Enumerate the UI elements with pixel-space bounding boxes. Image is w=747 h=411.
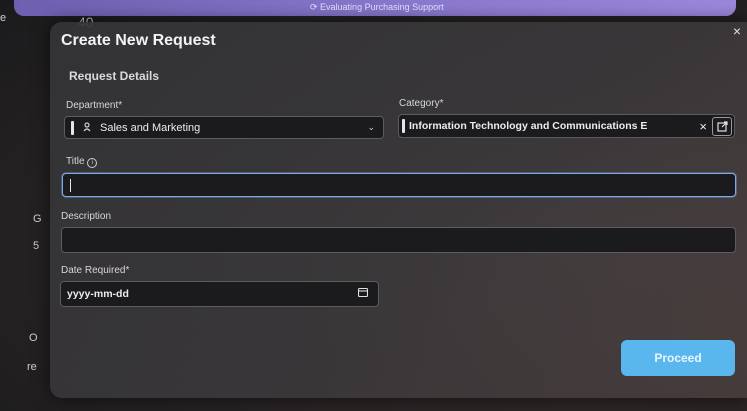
field-marker (402, 119, 405, 133)
background-letter: 5 (33, 240, 40, 252)
department-value: Sales and Marketing (100, 121, 201, 134)
person-icon (82, 121, 92, 134)
modal-title: Create New Request (61, 32, 216, 49)
category-select[interactable]: Information Technology and Communication… (398, 114, 735, 138)
text-cursor (70, 178, 71, 192)
category-label: Category* (399, 98, 444, 109)
date-placeholder: yyyy-mm-dd (67, 288, 129, 300)
field-marker (71, 120, 74, 135)
category-value: Information Technology and Communication… (409, 120, 648, 132)
background-letter: e (0, 12, 7, 24)
top-banner: ⟳ Evaluating Purchasing Support (14, 0, 736, 16)
banner-text: ⟳ Evaluating Purchasing Support (310, 2, 444, 12)
background-letter: re (27, 361, 37, 373)
background-letter: G (33, 213, 42, 225)
external-link-icon[interactable] (712, 117, 732, 136)
background-letter: O (29, 332, 38, 344)
department-select[interactable]: Sales and Marketing ⌄ (64, 116, 384, 139)
description-label: Description (61, 211, 112, 222)
date-required-input[interactable]: yyyy-mm-dd (60, 281, 379, 307)
info-icon[interactable]: i (87, 158, 98, 168)
chevron-down-icon: ⌄ (367, 122, 375, 132)
title-label: Title i (66, 156, 98, 168)
clear-button[interactable]: × (699, 119, 707, 134)
calendar-icon[interactable] (357, 287, 369, 300)
proceed-button[interactable]: Proceed (621, 340, 735, 376)
section-heading: Request Details (69, 69, 160, 83)
date-required-label: Date Required* (61, 265, 130, 276)
create-request-modal: × Create New Request Request Details Dep… (50, 22, 747, 398)
description-input[interactable] (61, 227, 736, 253)
close-button[interactable]: × (733, 23, 741, 39)
department-label: Department* (66, 100, 123, 111)
title-input[interactable] (62, 173, 736, 197)
